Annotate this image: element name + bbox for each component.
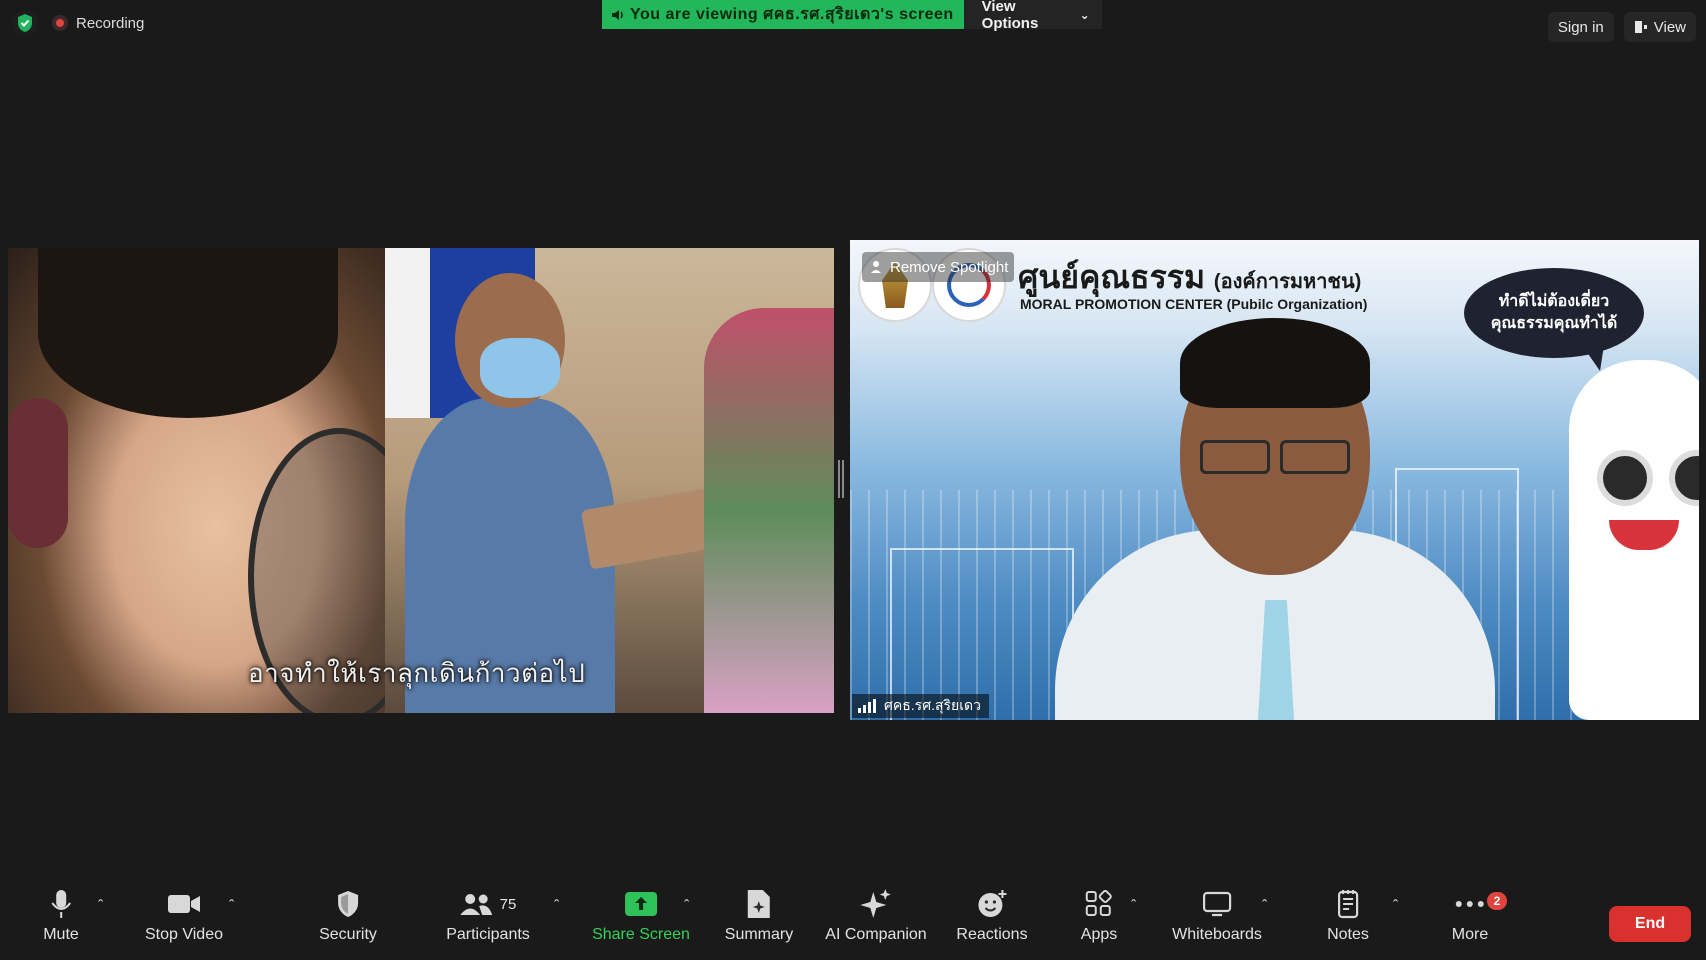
stop-video-label: Stop Video <box>145 926 223 943</box>
participants-label: Participants <box>446 926 530 943</box>
video-camera-icon <box>168 895 200 913</box>
participant-name: ศคธ.รศ.สุริยเดว <box>884 697 981 713</box>
recording-dot-icon <box>52 15 68 31</box>
org-name-thai-main: ศูนย์คุณธรรม <box>1018 259 1206 295</box>
participant-name-tag: ศคธ.รศ.สุริยเดว <box>852 694 989 718</box>
mute-button[interactable]: Mute <box>43 888 79 944</box>
participant-video-tile[interactable]: ศูนย์คุณธรรม (องค์การมหาชน) MORAL PROMOT… <box>850 240 1699 720</box>
top-left-status: Recording <box>12 10 144 36</box>
tile-splitter-handle[interactable] <box>838 460 844 498</box>
more-dots-icon <box>1455 901 1484 907</box>
sign-in-button[interactable]: Sign in <box>1547 12 1614 42</box>
viewing-text: You are viewing ศคธ.รศ.สุริยเดว's screen <box>630 6 954 23</box>
ai-companion-button[interactable]: AI Companion <box>825 888 927 944</box>
participants-icon <box>460 894 493 915</box>
video-scene-boy <box>8 248 430 713</box>
apps-button[interactable]: Apps <box>1081 888 1117 944</box>
summary-document-icon <box>747 890 770 918</box>
notes-label: Notes <box>1327 926 1369 943</box>
whiteboards-label: Whiteboards <box>1172 926 1262 943</box>
video-options-caret[interactable]: ˆ <box>229 898 234 916</box>
more-label: More <box>1451 926 1489 943</box>
security-label: Security <box>319 926 377 943</box>
participants-count: 75 <box>499 895 517 913</box>
whiteboard-icon <box>1202 891 1232 917</box>
emoji-reaction-icon <box>978 890 1006 917</box>
view-layout-icon <box>1634 21 1647 33</box>
spotlight-icon <box>871 261 881 273</box>
bubble-line-2: คุณธรรมคุณทำได้ <box>1490 315 1618 332</box>
apps-grid-icon <box>1086 890 1113 916</box>
participants-button[interactable]: 75 Participants <box>446 888 530 944</box>
participants-options-caret[interactable]: ˆ <box>554 898 559 916</box>
shared-screen-tile[interactable]: อาจทำให้เราลุกเดินก้าวต่อไป <box>8 248 834 713</box>
share-options-caret[interactable]: ˆ <box>684 898 689 916</box>
mute-options-caret[interactable]: ˆ <box>98 898 103 916</box>
view-button[interactable]: View <box>1623 12 1696 42</box>
recording-indicator[interactable]: Recording <box>52 15 144 32</box>
remove-spotlight-button[interactable]: Remove Spotlight <box>862 252 1015 282</box>
whiteboards-button[interactable]: Whiteboards <box>1172 888 1262 944</box>
share-screen-button[interactable]: Share Screen <box>592 888 690 944</box>
reactions-button[interactable]: Reactions <box>956 888 1028 944</box>
summary-label: Summary <box>724 926 794 943</box>
org-name-english: MORAL PROMOTION CENTER (Pubilc Organizat… <box>1020 296 1368 312</box>
view-options-button[interactable]: View Options ⌄ <box>963 0 1102 32</box>
reactions-label: Reactions <box>956 926 1028 943</box>
video-scene-room <box>385 248 834 713</box>
security-shield-icon[interactable] <box>12 10 38 36</box>
share-screen-icon <box>625 892 657 916</box>
bubble-line-1: ทำดีไม่ต้องเดี่ยว <box>1498 293 1610 310</box>
notes-icon <box>1337 890 1359 919</box>
top-right-controls: Sign in View <box>1547 12 1696 42</box>
remove-spotlight-label: Remove Spotlight <box>890 258 1009 276</box>
video-subtitle: อาจทำให้เราลุกเดินก้าวต่อไป <box>248 658 586 688</box>
summary-button[interactable]: Summary <box>725 888 793 944</box>
ai-sparkle-icon <box>859 889 891 918</box>
signal-strength-icon <box>858 699 876 713</box>
viewing-label: You are viewing ศคธ.รศ.สุริยเดว's screen <box>602 0 964 29</box>
mascot-character <box>1569 360 1699 720</box>
apps-options-caret[interactable]: ˆ <box>1131 898 1136 916</box>
mascot-speech-bubble: ทำดีไม่ต้องเดี่ยว คุณธรรมคุณทำได้ <box>1464 268 1644 358</box>
apps-label: Apps <box>1080 926 1118 943</box>
security-button[interactable]: Security <box>319 888 377 944</box>
stop-video-button[interactable]: Stop Video <box>145 888 223 944</box>
share-screen-label: Share Screen <box>592 926 690 943</box>
notes-options-caret[interactable]: ˆ <box>1393 898 1398 916</box>
view-options-label: View Options <box>981 0 1039 32</box>
ai-companion-label: AI Companion <box>825 926 927 943</box>
notes-button[interactable]: Notes <box>1327 888 1369 944</box>
shield-icon <box>337 891 358 917</box>
mute-label: Mute <box>43 926 79 943</box>
viewing-banner: You are viewing ศคธ.รศ.สุริยเดว's screen… <box>602 0 1102 32</box>
recording-label: Recording <box>76 14 145 32</box>
sign-in-label: Sign in <box>1557 18 1604 36</box>
end-meeting-button[interactable]: End <box>1609 906 1691 942</box>
speaker-icon <box>612 9 623 20</box>
org-type-thai: (องค์การมหาชน) <box>1213 271 1362 293</box>
whiteboards-options-caret[interactable]: ˆ <box>1262 898 1267 916</box>
view-label: View <box>1653 18 1686 36</box>
microphone-icon <box>51 890 71 918</box>
chevron-down-icon: ⌄ <box>1079 7 1090 22</box>
more-button[interactable]: More <box>1452 888 1488 944</box>
more-notification-badge: 2 <box>1487 892 1507 910</box>
